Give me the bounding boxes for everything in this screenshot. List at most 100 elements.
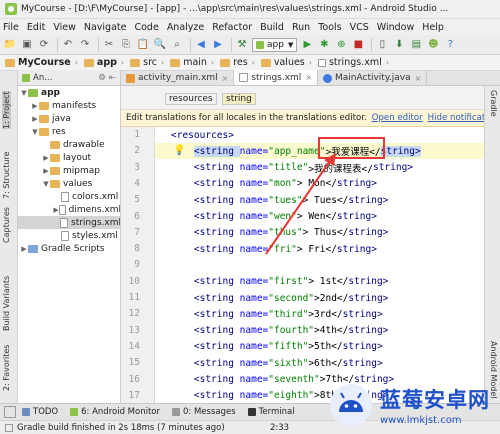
tree-item[interactable]: strings.xml: [18, 216, 120, 229]
menu-code[interactable]: Code: [134, 22, 158, 33]
tool-window-gradle[interactable]: Gradle: [489, 90, 498, 117]
sync-icon[interactable]: ⟳: [37, 38, 51, 52]
forward-icon[interactable]: ▶: [211, 38, 225, 52]
breadcrumb-values[interactable]: values ›: [258, 57, 315, 68]
tree-item[interactable]: ▶ java: [18, 112, 120, 125]
breadcrumb-mycourse[interactable]: MyCourse ›: [2, 57, 81, 68]
find-icon[interactable]: 🔍: [153, 38, 167, 52]
breadcrumb-src[interactable]: src ›: [127, 57, 167, 68]
tree-item[interactable]: ▶ layout: [18, 151, 120, 164]
project-view-select[interactable]: An... ⚙ ⇤: [18, 70, 121, 85]
breadcrumb-app[interactable]: app ›: [81, 57, 127, 68]
paste-icon[interactable]: 📋: [136, 38, 150, 52]
cut-icon[interactable]: ✂: [102, 38, 116, 52]
tree-item[interactable]: ▼ res: [18, 125, 120, 138]
subtab-resources[interactable]: resources: [165, 93, 217, 105]
tree-item[interactable]: ▼ app: [18, 86, 120, 99]
attach-debugger-icon[interactable]: ⊕: [334, 38, 348, 52]
code-line[interactable]: <string name= "fifth" >5th</string>: [155, 339, 484, 355]
replace-icon[interactable]: ⌕: [170, 38, 184, 52]
code-line[interactable]: <string name= "fourth" >4th</string>: [155, 323, 484, 339]
tree-item[interactable]: drawable: [18, 138, 120, 151]
tree-item[interactable]: colors.xml: [18, 190, 120, 203]
breadcrumb-strings-xml[interactable]: strings.xml ›: [315, 57, 392, 68]
sdk-manager-icon[interactable]: ⬇: [392, 38, 406, 52]
breadcrumb-main[interactable]: main ›: [167, 57, 217, 68]
messages-button[interactable]: 0: Messages: [171, 407, 236, 417]
make-project-icon[interactable]: ⚒: [235, 38, 249, 52]
copy-icon[interactable]: ⎘: [119, 38, 133, 52]
code-line[interactable]: <string name= "third" >3rd</string>: [155, 306, 484, 322]
tab-activity-main[interactable]: activity_main.xml ×: [121, 71, 235, 85]
collapse-arrow-icon[interactable]: ▶: [31, 115, 39, 123]
device-monitor-icon[interactable]: ▤: [409, 38, 423, 52]
menu-vcs[interactable]: VCS: [350, 22, 369, 33]
tree-item-label: res: [52, 126, 66, 137]
run-icon[interactable]: ▶: [300, 38, 314, 52]
redo-icon[interactable]: ↷: [78, 38, 92, 52]
menu-edit[interactable]: Edit: [27, 22, 45, 33]
tab-main-activity[interactable]: MainActivity.java ×: [318, 71, 428, 85]
help-icon[interactable]: ?: [443, 38, 457, 52]
menu-window[interactable]: Window: [377, 22, 414, 33]
tree-item[interactable]: ▶ mipmap: [18, 164, 120, 177]
run-config-select[interactable]: app ▼: [252, 37, 298, 52]
tree-item[interactable]: ▼ values: [18, 177, 120, 190]
close-icon[interactable]: ×: [415, 74, 422, 83]
tab-strings-xml[interactable]: strings.xml ×: [234, 70, 319, 85]
breadcrumb: MyCourse › app › src › main › res › values › s…: [0, 55, 500, 71]
menu-help[interactable]: Help: [422, 22, 444, 33]
open-editor-link[interactable]: Open editor: [372, 113, 423, 123]
menu-run[interactable]: Run: [292, 22, 310, 33]
back-icon[interactable]: ◀: [194, 38, 208, 52]
code-line[interactable]: <string name= "second" >2nd</string>: [155, 290, 484, 306]
code-line[interactable]: <string name= "first" > 1st</string>: [155, 274, 484, 290]
hide-panel-icon[interactable]: ⇤: [109, 73, 116, 83]
menu-navigate[interactable]: Navigate: [84, 22, 127, 33]
android-robot-icon[interactable]: ☻: [426, 38, 440, 52]
menu-file[interactable]: File: [3, 22, 19, 33]
collapse-arrow-icon[interactable]: ▶: [42, 154, 50, 162]
tool-window-structure[interactable]: 7: Structure: [2, 151, 11, 199]
caret-position[interactable]: 2:33: [270, 423, 289, 433]
undo-icon[interactable]: ↶: [61, 38, 75, 52]
menu-build[interactable]: Build: [260, 22, 284, 33]
menu-refactor[interactable]: Refactor: [212, 22, 252, 33]
intention-bulb-icon[interactable]: 💡: [173, 145, 185, 156]
tool-window-captures[interactable]: Captures: [2, 207, 11, 243]
menu-tools[interactable]: Tools: [318, 22, 341, 33]
terminal-button[interactable]: Terminal: [247, 407, 295, 417]
tool-window-project[interactable]: 1: Project: [2, 91, 11, 129]
close-icon[interactable]: ×: [305, 73, 312, 82]
collapse-arrow-icon[interactable]: ▶: [31, 102, 39, 110]
breadcrumb-res[interactable]: res ›: [217, 57, 258, 68]
expand-arrow-icon[interactable]: ▼: [20, 89, 28, 97]
tree-item[interactable]: ▶ Gradle Scripts: [18, 242, 120, 255]
save-icon[interactable]: ▣: [20, 38, 34, 52]
collapse-arrow-icon[interactable]: ▶: [20, 245, 28, 253]
toggle-panels-icon[interactable]: [4, 406, 16, 418]
code-token: <string: [193, 341, 240, 353]
tree-item[interactable]: styles.xml: [18, 229, 120, 242]
expand-arrow-icon[interactable]: ▼: [31, 128, 39, 136]
menu-view[interactable]: View: [53, 22, 76, 33]
stop-icon[interactable]: ■: [351, 38, 365, 52]
avd-manager-icon[interactable]: ▯: [375, 38, 389, 52]
tool-window-favorites[interactable]: 2: Favorites: [2, 345, 11, 391]
settings-gear-icon[interactable]: ⚙: [98, 73, 106, 83]
tree-item[interactable]: ▶ manifests: [18, 99, 120, 112]
collapse-arrow-icon[interactable]: ▶: [42, 167, 50, 175]
todo-button[interactable]: TODO: [22, 407, 58, 417]
open-folder-icon[interactable]: 📁: [3, 38, 17, 52]
code-line[interactable]: <string name= "sixth" >6th</string>: [155, 355, 484, 371]
tree-item[interactable]: ▶ dimens.xml: [18, 203, 120, 216]
debug-icon[interactable]: ✱: [317, 38, 331, 52]
close-icon[interactable]: ×: [222, 74, 229, 83]
hide-notification-link[interactable]: Hide notification: [428, 113, 484, 123]
android-monitor-button[interactable]: 6: Android Monitor: [70, 407, 160, 417]
subtab-string[interactable]: string: [222, 93, 256, 105]
line-number: 1: [134, 129, 140, 140]
menu-analyze[interactable]: Analyze: [167, 22, 204, 33]
expand-arrow-icon[interactable]: ▼: [42, 180, 50, 188]
tool-window-build-variants[interactable]: Build Variants: [2, 276, 11, 331]
